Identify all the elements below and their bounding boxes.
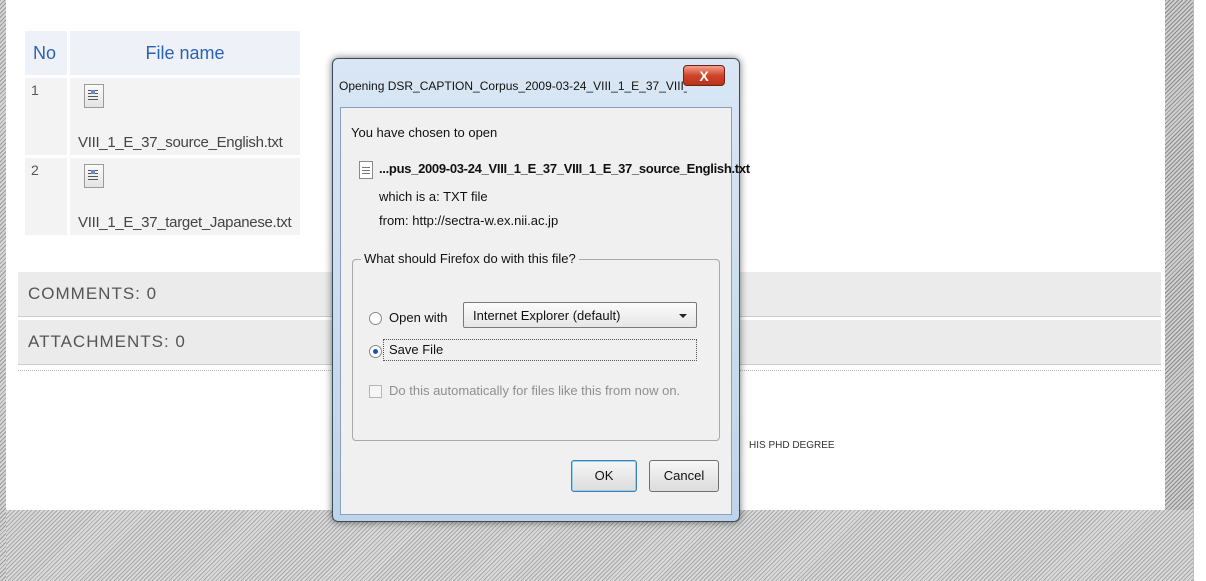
auto-action-checkbox[interactable] xyxy=(369,385,382,398)
window-frame-right xyxy=(1193,0,1206,581)
open-with-label[interactable]: Open with xyxy=(389,310,448,325)
file-link[interactable]: VIII_1_E_37_source_English.txt xyxy=(78,134,283,151)
file-cell[interactable]: VIII_1_E_37_source_English.txt xyxy=(70,78,300,155)
open-with-radio[interactable] xyxy=(369,312,382,325)
row-number: 2 xyxy=(25,158,67,235)
file-type-text: which is a: TXT file xyxy=(379,189,488,204)
download-filename: ...pus_2009-03-24_VIII_1_E_37_VIII_1_E_3… xyxy=(379,161,750,176)
files-table: No File name 1 VIII_1_E_37_source_Englis… xyxy=(22,28,303,238)
action-question: What should Firefox do with this file? xyxy=(361,251,579,266)
table-row: 2 VIII_1_E_37_target_Japanese.txt xyxy=(25,158,300,235)
download-dialog: Opening DSR_CAPTION_Corpus_2009-03-24_VI… xyxy=(332,58,750,522)
chevron-down-icon xyxy=(679,314,687,318)
dialog-body: You have chosen to open ...pus_2009-03-2… xyxy=(340,107,750,515)
dialog-title: Opening DSR_CAPTION_Corpus_2009-03-24_VI… xyxy=(339,79,687,93)
table-row: 1 VIII_1_E_37_source_English.txt xyxy=(25,78,300,155)
attachments-label: ATTACHMENTS: 0 xyxy=(28,332,186,351)
scrollbar-track[interactable] xyxy=(1165,0,1193,510)
chosen-to-open-text: You have chosen to open xyxy=(351,125,498,140)
save-file-label[interactable]: Save File xyxy=(389,342,443,357)
cancel-button[interactable]: Cancel xyxy=(649,460,719,492)
column-header-file-name: File name xyxy=(70,31,300,75)
document-icon xyxy=(359,161,373,179)
text-file-icon xyxy=(84,84,104,108)
close-button[interactable]: X xyxy=(683,65,725,86)
row-number: 1 xyxy=(25,78,67,155)
application-select[interactable]: Internet Explorer (default) xyxy=(463,302,697,328)
description-text-fragment: HIS PHD DEGREE xyxy=(749,440,835,451)
auto-action-label[interactable]: Do this automatically for files like thi… xyxy=(389,383,680,398)
file-cell[interactable]: VIII_1_E_37_target_Japanese.txt xyxy=(70,158,300,235)
column-header-no: No xyxy=(25,31,67,75)
source-url-text: from: http://sectra-w.ex.nii.ac.jp xyxy=(379,213,559,228)
file-link[interactable]: VIII_1_E_37_target_Japanese.txt xyxy=(78,214,292,231)
action-groupbox: What should Firefox do with this file? O… xyxy=(352,251,720,441)
text-file-icon xyxy=(84,164,104,188)
ok-button[interactable]: OK xyxy=(571,460,637,492)
comments-label: COMMENTS: 0 xyxy=(28,284,158,303)
application-select-value: Internet Explorer (default) xyxy=(473,308,621,323)
save-file-radio[interactable] xyxy=(369,345,382,358)
